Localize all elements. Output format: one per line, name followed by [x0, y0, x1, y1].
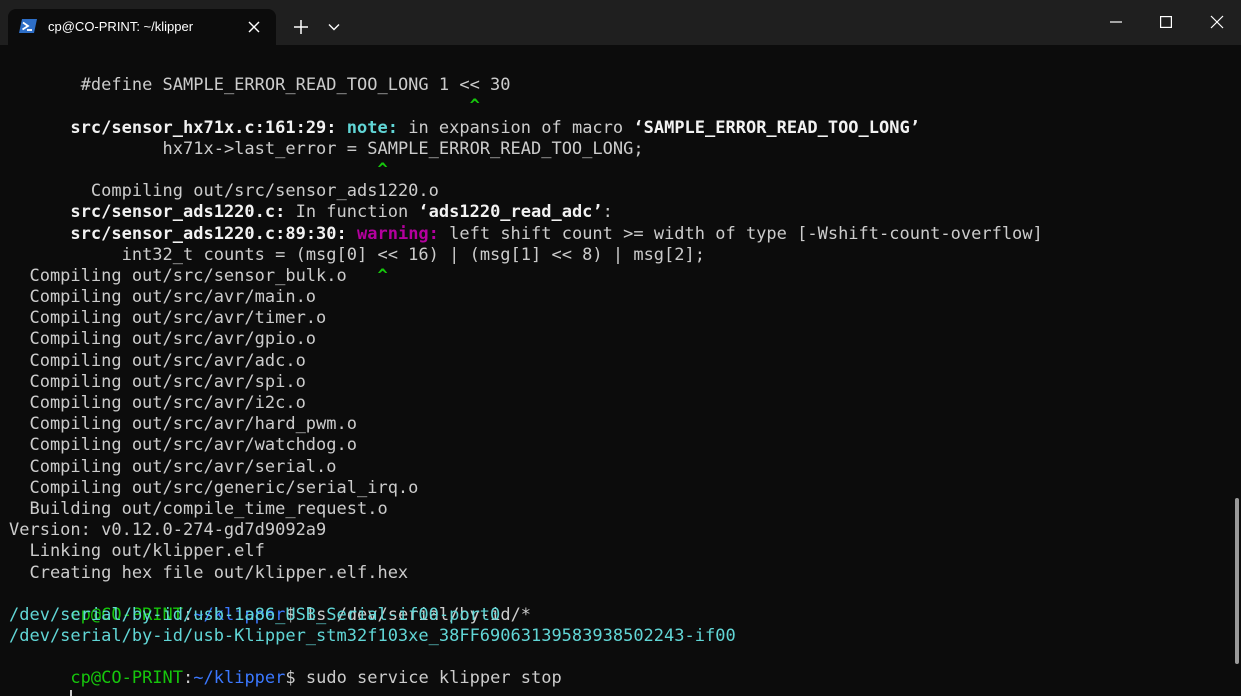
- output-text: Compiling out/src/avr/watchdog.o: [9, 435, 357, 456]
- plus-icon[interactable]: [288, 14, 314, 40]
- tab-title: cp@CO-PRINT: ~/klipper: [48, 19, 194, 34]
- compile-line: Compiling out/src/avr/timer.o: [9, 308, 1229, 329]
- note-label: note:: [346, 117, 398, 138]
- output-text: Compiling out/src/avr/i2c.o: [9, 393, 306, 413]
- output-line: /dev/serial/by-id/usb-1a86_USB_Serial-if…: [9, 605, 1229, 626]
- output-text: :: [602, 202, 613, 223]
- file-location: src/sensor_ads1220.c:: [70, 202, 286, 223]
- compile-line: Compiling out/src/avr/main.o: [9, 287, 1229, 308]
- output-line: Linking out/klipper.elf: [9, 541, 1229, 562]
- output-text: Compiling out/src/avr/timer.o: [9, 308, 327, 329]
- compile-line: Compiling out/src/sensor_bulk.o: [9, 266, 1229, 287]
- output-text: Building out/compile_time_request.o: [9, 498, 388, 519]
- output-text: Compiling out/src/avr/spi.o: [9, 371, 306, 392]
- close-icon[interactable]: [244, 17, 264, 37]
- serial-path: /dev/serial/by-id/usb-1a86_USB_Serial-if…: [9, 604, 501, 625]
- compile-line: Compiling out/src/avr/spi.o: [9, 372, 1229, 393]
- output-text: Compiling out/src/sensor_bulk.o: [9, 265, 347, 286]
- terminal-window: cp@CO-PRINT: ~/klipper #define SAMPLE_ER…: [0, 0, 1241, 696]
- compile-line: Compiling out/src/avr/serial.o: [9, 457, 1229, 478]
- output-text: Compiling out/src/avr/adc.o: [9, 350, 306, 371]
- prompt-path: ~/klipper: [193, 668, 286, 689]
- file-location: src/sensor_hx71x.c:161:29:: [70, 117, 337, 138]
- chevron-down-icon[interactable]: [322, 14, 346, 40]
- output-text: Compiling out/src/generic/serial_irq.o: [9, 477, 419, 498]
- caret-marker: ^: [377, 159, 388, 180]
- output-text: hx71x->last_error = SAMPLE_ERROR_READ_TO…: [70, 138, 644, 159]
- caret-marker: ^: [469, 96, 480, 117]
- compile-line: Compiling out/src/generic/serial_irq.o: [9, 478, 1229, 499]
- prompt-dollar: $: [285, 668, 306, 689]
- title-bar[interactable]: cp@CO-PRINT: ~/klipper: [0, 0, 1241, 45]
- compile-line: Compiling out/src/avr/hard_pwm.o: [9, 414, 1229, 435]
- macro-name: ‘SAMPLE_ERROR_READ_TOO_LONG’: [633, 117, 920, 138]
- output-line: Creating hex file out/klipper.elf.hex: [9, 563, 1229, 584]
- prompt-line: cp@CO-PRINT:~/klipper$ sudo service klip…: [9, 647, 1229, 688]
- text-cursor[interactable]: [70, 690, 73, 696]
- prompt-line: cp@CO-PRINT:~/klipper$ ls /dev/serial/by…: [9, 584, 1229, 625]
- output-text: Compiling out/src/sensor_ads1220.o: [70, 181, 439, 202]
- output-text: Compiling out/src/avr/main.o: [9, 287, 317, 308]
- output-text: Compiling out/src/avr/serial.o: [9, 456, 337, 477]
- compile-line: Compiling out/src/avr/watchdog.o: [9, 435, 1229, 456]
- output-text: Linking out/klipper.elf: [9, 541, 265, 562]
- compile-line: Building out/compile_time_request.o: [9, 499, 1229, 520]
- file-location: src/sensor_ads1220.c:89:30:: [70, 223, 347, 244]
- powershell-icon: [19, 18, 37, 34]
- output-text: left shift count >= width of type [-Wshi…: [438, 223, 1043, 244]
- output-line: /dev/serial/by-id/usb-Klipper_stm32f103x…: [9, 626, 1229, 647]
- minimize-icon[interactable]: [1099, 6, 1133, 38]
- output-text: In function: [285, 202, 419, 223]
- close-icon[interactable]: [1200, 6, 1234, 38]
- prompt-user: cp@CO-PRINT: [70, 668, 184, 689]
- compile-line: Compiling out/src/avr/i2c.o: [9, 393, 1229, 414]
- terminal-output[interactable]: #define SAMPLE_ERROR_READ_TOO_LONG 1 << …: [9, 54, 1229, 696]
- output-text: in expansion of macro: [397, 117, 634, 138]
- output-text: Version: v0.12.0-274-gd7d9092a9: [9, 520, 327, 541]
- compile-line: Compiling out/src/avr/gpio.o: [9, 329, 1229, 350]
- output-text: Creating hex file out/klipper.elf.hex: [9, 562, 409, 583]
- maximize-icon[interactable]: [1149, 6, 1183, 38]
- output-line: #define SAMPLE_ERROR_READ_TOO_LONG 1 << …: [9, 54, 1229, 95]
- serial-path: /dev/serial/by-id/usb-Klipper_stm32f103x…: [9, 626, 736, 647]
- output-text: #define SAMPLE_ERROR_READ_TOO_LONG 1 << …: [70, 75, 511, 96]
- prompt-colon: :: [183, 668, 194, 689]
- output-text: Compiling out/src/avr/gpio.o: [9, 329, 317, 350]
- scrollbar-thumb[interactable]: [1235, 498, 1239, 664]
- tab-terminal[interactable]: cp@CO-PRINT: ~/klipper: [8, 9, 276, 45]
- caret-marker: ^: [377, 265, 388, 286]
- compile-line: Compiling out/src/avr/adc.o: [9, 351, 1229, 372]
- output-text: int32_t counts = (msg[0] << 16) | (msg[1…: [70, 244, 705, 265]
- command-text: sudo service klipper stop: [305, 668, 562, 689]
- warning-label: warning:: [357, 223, 439, 244]
- function-name: ‘ads1220_read_adc’: [418, 202, 603, 223]
- version-line: Version: v0.12.0-274-gd7d9092a9: [9, 520, 1229, 541]
- output-text: Compiling out/src/avr/hard_pwm.o: [9, 414, 357, 435]
